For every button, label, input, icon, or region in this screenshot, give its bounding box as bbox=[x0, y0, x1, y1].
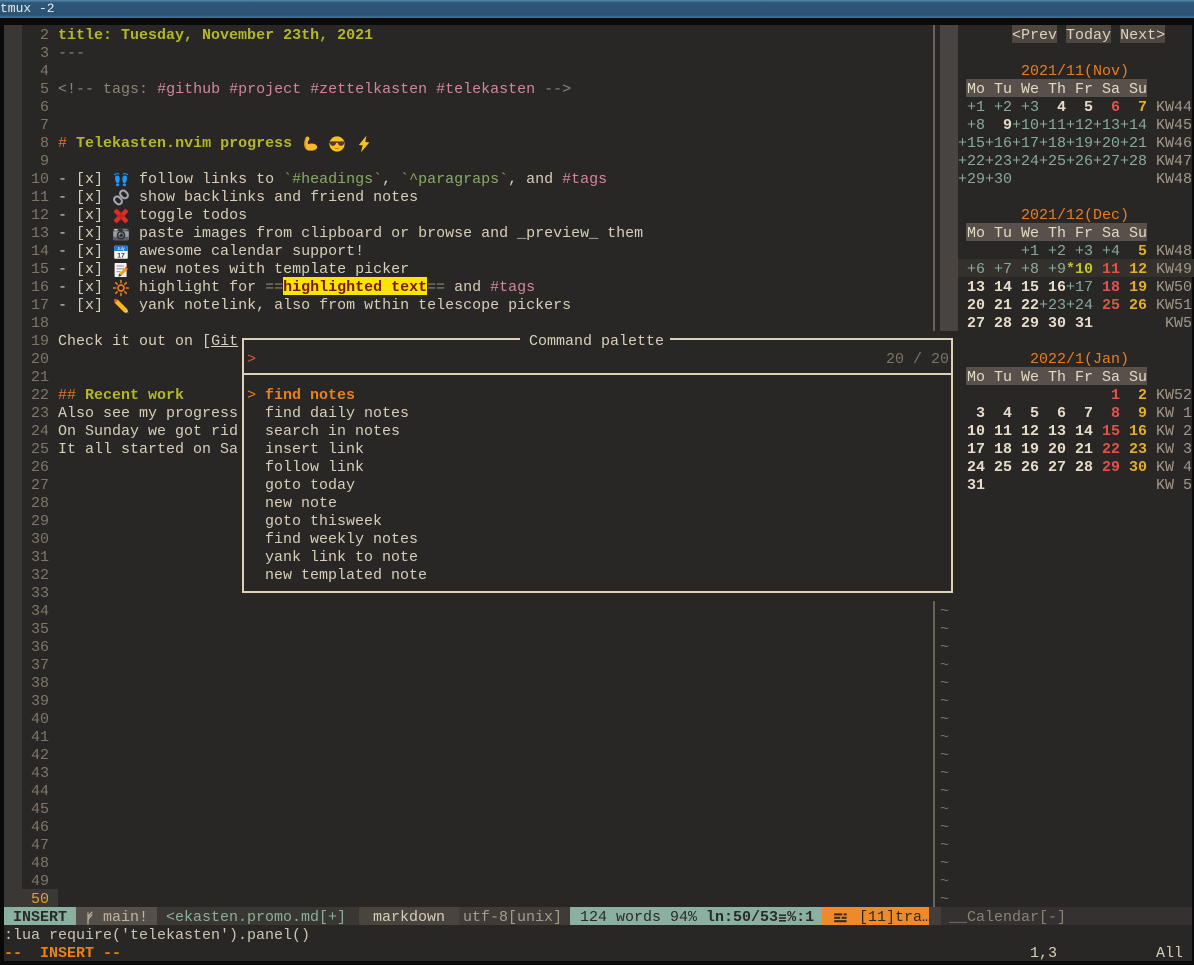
svg-text:July: July bbox=[117, 246, 125, 251]
svg-text:17: 17 bbox=[117, 252, 125, 259]
